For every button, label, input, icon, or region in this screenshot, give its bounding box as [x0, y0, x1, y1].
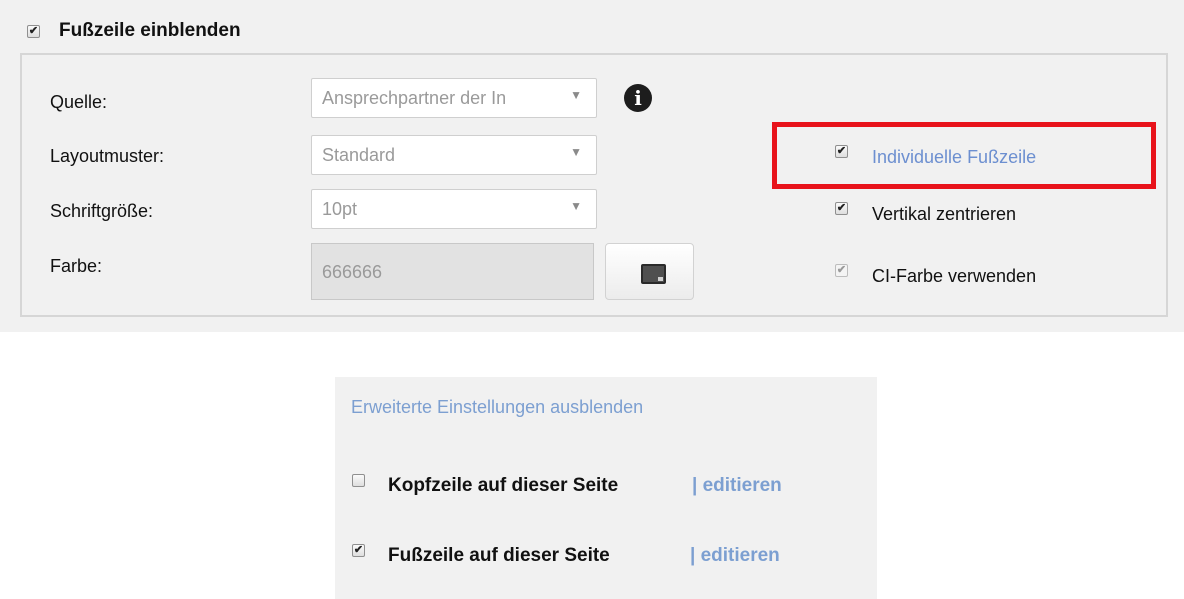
header-page-checkbox[interactable] — [352, 474, 365, 487]
individual-footer-checkbox[interactable]: ✔ — [835, 145, 848, 158]
ci-color-label: CI-Farbe verwenden — [872, 266, 1037, 286]
vertical-center-checkbox[interactable]: ✔ — [835, 202, 848, 215]
footer-edit-link[interactable]: | editieren — [690, 545, 780, 567]
color-input-value: 666666 — [322, 262, 383, 282]
footer-page-label: Fußzeile auf dieser Seite — [388, 545, 610, 566]
footer-visible-label: Fußzeile einblenden — [59, 20, 241, 41]
vertical-center-label: Vertikal zentrieren — [872, 204, 1017, 224]
info-icon[interactable]: i — [624, 84, 652, 112]
header-edit-link[interactable]: | editieren — [692, 475, 782, 497]
source-label: Quelle: — [50, 92, 108, 112]
layout-label: Layoutmuster: — [50, 146, 165, 166]
footer-page-checkbox[interactable]: ✔ — [352, 544, 365, 557]
advanced-settings-panel: Erweiterte Einstellungen ausblenden Kopf… — [335, 377, 877, 599]
layout-select[interactable]: Standard ▼ — [311, 135, 597, 175]
font-size-select[interactable]: 10pt ▼ — [311, 189, 597, 229]
color-picker-button[interactable] — [605, 243, 694, 300]
hide-advanced-link[interactable]: Erweiterte Einstellungen ausblenden — [351, 397, 643, 418]
source-select[interactable]: Ansprechpartner der In ▼ — [311, 78, 597, 118]
footer-visible-checkbox[interactable]: ✔ — [27, 25, 40, 38]
color-swatch-icon — [641, 264, 666, 284]
color-label: Farbe: — [50, 256, 103, 276]
font-size-label: Schriftgröße: — [50, 201, 154, 221]
individual-footer-label[interactable]: Individuelle Fußzeile — [872, 147, 1036, 168]
header-page-label: Kopfzeile auf dieser Seite — [388, 475, 619, 496]
color-input[interactable]: 666666 — [311, 243, 594, 300]
dropdown-arrow-icon: ▼ — [570, 145, 582, 159]
font-size-select-value: 10pt — [322, 199, 358, 219]
dropdown-arrow-icon: ▼ — [570, 199, 582, 213]
source-select-value: Ansprechpartner der In — [322, 88, 507, 108]
layout-select-value: Standard — [322, 145, 396, 165]
ci-color-checkbox[interactable]: ✔ — [835, 264, 848, 277]
dropdown-arrow-icon: ▼ — [570, 88, 582, 102]
